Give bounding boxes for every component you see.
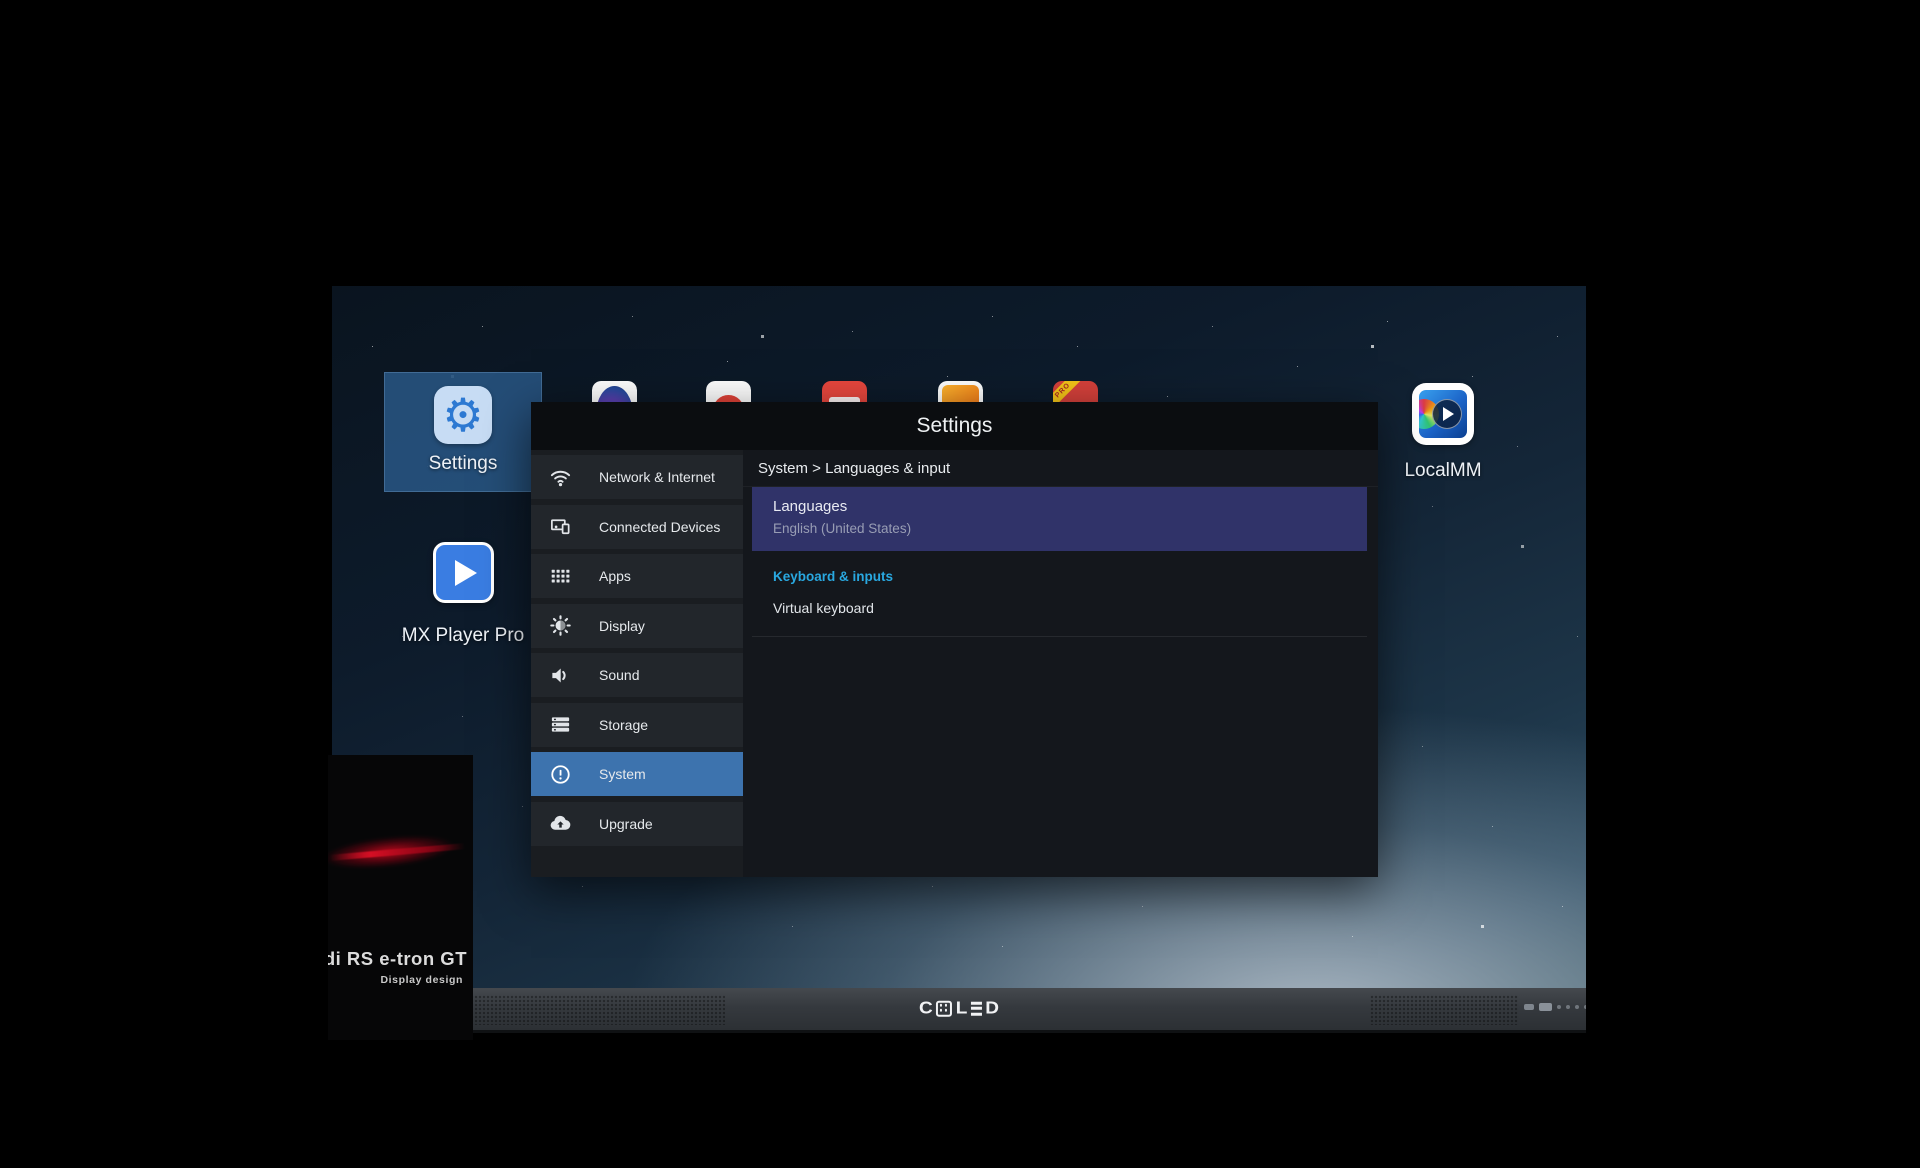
- wifi-icon: [548, 465, 572, 489]
- section-header-keyboard: Keyboard & inputs: [773, 569, 893, 584]
- sidebar-label: Apps: [599, 568, 631, 584]
- sidebar-item-system[interactable]: System: [531, 752, 743, 796]
- brand-logo: C L D: [919, 999, 999, 1018]
- virtual-keyboard-item[interactable]: Virtual keyboard: [773, 600, 874, 616]
- dialog-title: Settings: [917, 414, 993, 438]
- ir-sensor: [1524, 1004, 1534, 1010]
- port-dot: [1566, 1005, 1570, 1009]
- logo-e-glyph: [971, 1001, 982, 1015]
- logo-letter-d: D: [985, 1000, 999, 1017]
- tv-screen: PRO ⚙ Settings MX Player Pro LocalMM: [332, 286, 1586, 1033]
- play-triangle: [1443, 407, 1454, 421]
- breadcrumb: System > Languages & input: [743, 450, 1378, 487]
- port-dot: [1557, 1005, 1561, 1009]
- cloud-upload-icon: [548, 812, 572, 836]
- brightness-icon: [548, 614, 572, 638]
- play-icon: [455, 560, 477, 586]
- logo-letter-c: C: [919, 1000, 933, 1017]
- gear-icon: ⚙: [442, 392, 483, 438]
- sidebar-label: System: [599, 766, 646, 782]
- languages-value: English (United States): [773, 521, 1367, 536]
- sidebar-item-sound[interactable]: Sound: [531, 653, 743, 697]
- app-label-settings: Settings: [429, 453, 498, 475]
- app-label-mx-player: MX Player Pro: [402, 625, 524, 647]
- languages-row[interactable]: Languages English (United States): [752, 487, 1367, 551]
- sidebar-item-network-internet[interactable]: Network & Internet: [531, 455, 743, 499]
- system-alert-icon: [548, 762, 572, 786]
- audi-poster: Audi RS e-tron GT Display design: [328, 755, 473, 1040]
- localmm-app-icon: [1412, 383, 1474, 445]
- app-tile-settings[interactable]: ⚙ Settings: [384, 372, 542, 492]
- sidebar-label: Sound: [599, 667, 639, 683]
- sidebar-item-storage[interactable]: Storage: [531, 703, 743, 747]
- languages-title: Languages: [773, 498, 1367, 515]
- sidebar-label: Network & Internet: [599, 469, 715, 485]
- storage-icon: [548, 713, 572, 737]
- dialog-titlebar: Settings: [531, 402, 1378, 450]
- sidebar-item-apps[interactable]: Apps: [531, 554, 743, 598]
- poster-subtitle: Display design: [380, 974, 463, 986]
- logo-dots-glyph: [936, 1000, 952, 1016]
- devices-icon: [548, 515, 572, 539]
- dialog-body: Network & Internet Connected Devices App…: [531, 450, 1378, 877]
- play-circle-icon: [1432, 399, 1462, 429]
- divider: [752, 636, 1367, 637]
- app-tile-mx-player-pro[interactable]: MX Player Pro: [368, 542, 558, 647]
- speaker-icon: [548, 663, 572, 687]
- sidebar-label: Connected Devices: [599, 519, 720, 535]
- settings-dialog: Settings Network & Internet Connecte: [531, 402, 1378, 877]
- poster-title: Audi RS e-tron GT: [328, 948, 467, 970]
- port-dot: [1584, 1005, 1586, 1009]
- speaker-grille-left: [470, 995, 725, 1025]
- stars-bright: [332, 286, 333, 287]
- settings-app-icon: ⚙: [434, 386, 492, 444]
- apps-grid-icon: [548, 564, 572, 588]
- sidebar-item-display[interactable]: Display: [531, 604, 743, 648]
- desktop-background: PRO ⚙ Settings MX Player Pro LocalMM: [0, 0, 1920, 1168]
- speaker-grille-right: [1370, 995, 1518, 1025]
- settings-sidebar: Network & Internet Connected Devices App…: [531, 450, 743, 877]
- settings-main-panel: System > Languages & input Languages Eng…: [743, 450, 1378, 877]
- sidebar-label: Display: [599, 618, 645, 634]
- sidebar-item-connected-devices[interactable]: Connected Devices: [531, 505, 743, 549]
- logo-letter-l: L: [956, 1000, 968, 1017]
- mx-player-app-icon: [433, 542, 494, 603]
- indicator-window: [1539, 1003, 1552, 1011]
- sidebar-item-upgrade[interactable]: Upgrade: [531, 802, 743, 846]
- sidebar-label: Upgrade: [599, 816, 653, 832]
- sidebar-label: Storage: [599, 717, 648, 733]
- port-dot: [1575, 1005, 1579, 1009]
- bezel-ports: [1524, 1003, 1586, 1011]
- app-label-localmm: LocalMM: [1404, 460, 1481, 482]
- localmm-icon-art: [1419, 390, 1467, 438]
- tv-bezel: C L D: [332, 988, 1586, 1033]
